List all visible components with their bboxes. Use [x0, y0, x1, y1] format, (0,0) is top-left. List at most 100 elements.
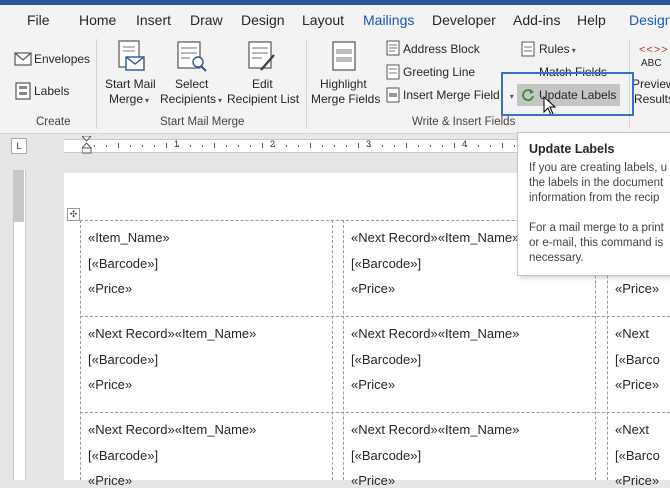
merge-field-text: «Price»: [351, 473, 396, 488]
preview-abc-text: ABC: [641, 58, 662, 69]
rules-icon: [521, 41, 535, 62]
ruler-tick: [286, 145, 287, 147]
merge-field-text: «Next Record»«Item_Name»: [88, 326, 257, 341]
ruler-tick: [478, 145, 479, 147]
tab-draw[interactable]: Draw: [190, 12, 223, 28]
address-block-button[interactable]: Address Block: [403, 42, 480, 57]
tab-design[interactable]: Design: [241, 12, 285, 28]
merge-field-text: «Price»: [88, 281, 133, 296]
group-separator: [306, 39, 307, 129]
ruler-tick: [298, 145, 299, 147]
ruler-tick: [178, 145, 179, 147]
rules-label: Rules: [539, 42, 570, 56]
ruler-tick: [190, 145, 191, 147]
ruler-tick: [442, 145, 443, 147]
tab-file[interactable]: File: [27, 12, 50, 28]
ruler-number: 1: [174, 139, 180, 149]
preview-results-label-2[interactable]: Results: [634, 92, 670, 107]
start-mail-merge-label-2: Merge: [109, 92, 144, 106]
ruler-number: 2: [270, 139, 276, 149]
table-move-handle-icon[interactable]: ✣: [67, 208, 80, 221]
highlight-callout-box: [501, 72, 634, 116]
merge-field-text: [«Barcode»]: [88, 256, 159, 271]
merge-field-text: «Next Record»«Item_Name»: [88, 422, 257, 437]
select-recipients-label-1[interactable]: Select: [175, 77, 208, 92]
merge-field-text: «Next: [615, 326, 649, 341]
ruler-tick: [274, 145, 275, 147]
preview-results-label-1[interactable]: Preview: [632, 77, 670, 92]
tab-developer[interactable]: Developer: [432, 12, 496, 28]
tooltip-title: Update Labels: [529, 142, 615, 156]
merge-field-text: «Price»: [88, 473, 133, 488]
ruler-tick: [382, 145, 383, 147]
tab-insert[interactable]: Insert: [136, 12, 171, 28]
start-mail-merge-button[interactable]: Merge ▾: [109, 92, 149, 108]
tab-mailings[interactable]: Mailings: [363, 12, 414, 28]
tab-table-design[interactable]: Design: [629, 12, 670, 28]
merge-field-text: [«Barco: [615, 352, 660, 367]
start-mail-merge-icon: [116, 40, 146, 79]
dropdown-caret-icon: ▾: [571, 46, 576, 55]
ruler-tick: [514, 145, 515, 147]
labels-icon: [15, 82, 31, 105]
merge-field-text: «Price»: [351, 377, 396, 392]
merge-field-text: «Price»: [88, 377, 133, 392]
tab-add-ins[interactable]: Add-ins: [513, 12, 560, 28]
tab-selector-button[interactable]: L: [11, 138, 27, 154]
group-label-create: Create: [36, 116, 71, 128]
ruler-tick: [250, 145, 251, 147]
ruler-tick: [466, 145, 467, 147]
highlight-merge-fields-label-2[interactable]: Merge Fields: [311, 92, 380, 107]
group-label-write-insert-fields: Write & Insert Fields: [412, 116, 516, 128]
table-gridline: [80, 316, 670, 317]
ruler-tick: [502, 143, 503, 148]
merge-field-text: «Price»: [615, 377, 660, 392]
ruler-tick: [334, 145, 335, 147]
edit-recipient-list-icon: [247, 41, 277, 78]
ruler-tick: [346, 145, 347, 147]
ruler-tick: [94, 145, 95, 147]
group-separator: [96, 39, 97, 129]
merge-field-text: [«Barcode»]: [351, 256, 422, 271]
merge-field-text: «Next Record»«Item_Name»: [351, 422, 520, 437]
ruler-tick: [454, 143, 455, 148]
ruler-number: 4: [462, 139, 468, 149]
tooltip-text: necessary.: [529, 252, 584, 264]
insert-merge-field-icon: [386, 87, 400, 108]
merge-field-text: «Price»: [351, 281, 396, 296]
tab-layout[interactable]: Layout: [302, 12, 344, 28]
ruler-tick: [370, 145, 371, 147]
dropdown-caret-icon: ▾: [145, 96, 150, 105]
edit-recipient-list-label-2[interactable]: Recipient List: [227, 92, 299, 107]
ruler-tick: [166, 143, 167, 148]
table-gridline: [80, 412, 670, 413]
tooltip-text: the labels in the document: [529, 177, 664, 189]
tab-help[interactable]: Help: [577, 12, 606, 28]
greeting-line-button[interactable]: Greeting Line: [403, 65, 475, 80]
ruler-tick: [118, 143, 119, 148]
tab-home[interactable]: Home: [79, 12, 116, 28]
rules-button[interactable]: Rules ▾: [539, 42, 576, 58]
table-gridline: [80, 220, 81, 480]
tooltip-text: If you are creating labels, u: [529, 162, 668, 174]
insert-merge-field-button[interactable]: Insert Merge Field ▾: [403, 88, 514, 104]
ruler-tick: [262, 143, 263, 148]
start-mail-merge-label-1[interactable]: Start Mail: [105, 77, 156, 92]
group-label-start-mail-merge: Start Mail Merge: [160, 116, 245, 128]
merge-field-text: «Next Record»«Item_Name»: [351, 230, 520, 245]
ruler-tick: [358, 143, 359, 148]
indent-marker-icon[interactable]: [80, 135, 93, 161]
tooltip-text: or e-mail, this command is: [529, 237, 664, 249]
ruler-tick: [106, 145, 107, 147]
select-recipients-button[interactable]: Recipients ▾: [160, 92, 222, 108]
edit-recipient-list-label-1[interactable]: Edit: [252, 77, 273, 92]
envelopes-button[interactable]: Envelopes: [34, 52, 90, 67]
highlight-merge-fields-icon: [330, 41, 358, 78]
ruler-tick: [490, 145, 491, 147]
labels-button[interactable]: Labels: [34, 84, 69, 99]
ruler-tick: [322, 145, 323, 147]
highlight-merge-fields-label-1[interactable]: Highlight: [320, 77, 367, 92]
ruler-tick: [142, 145, 143, 147]
ruler-tick: [310, 143, 311, 148]
merge-field-text: [«Barcode»]: [351, 352, 422, 367]
